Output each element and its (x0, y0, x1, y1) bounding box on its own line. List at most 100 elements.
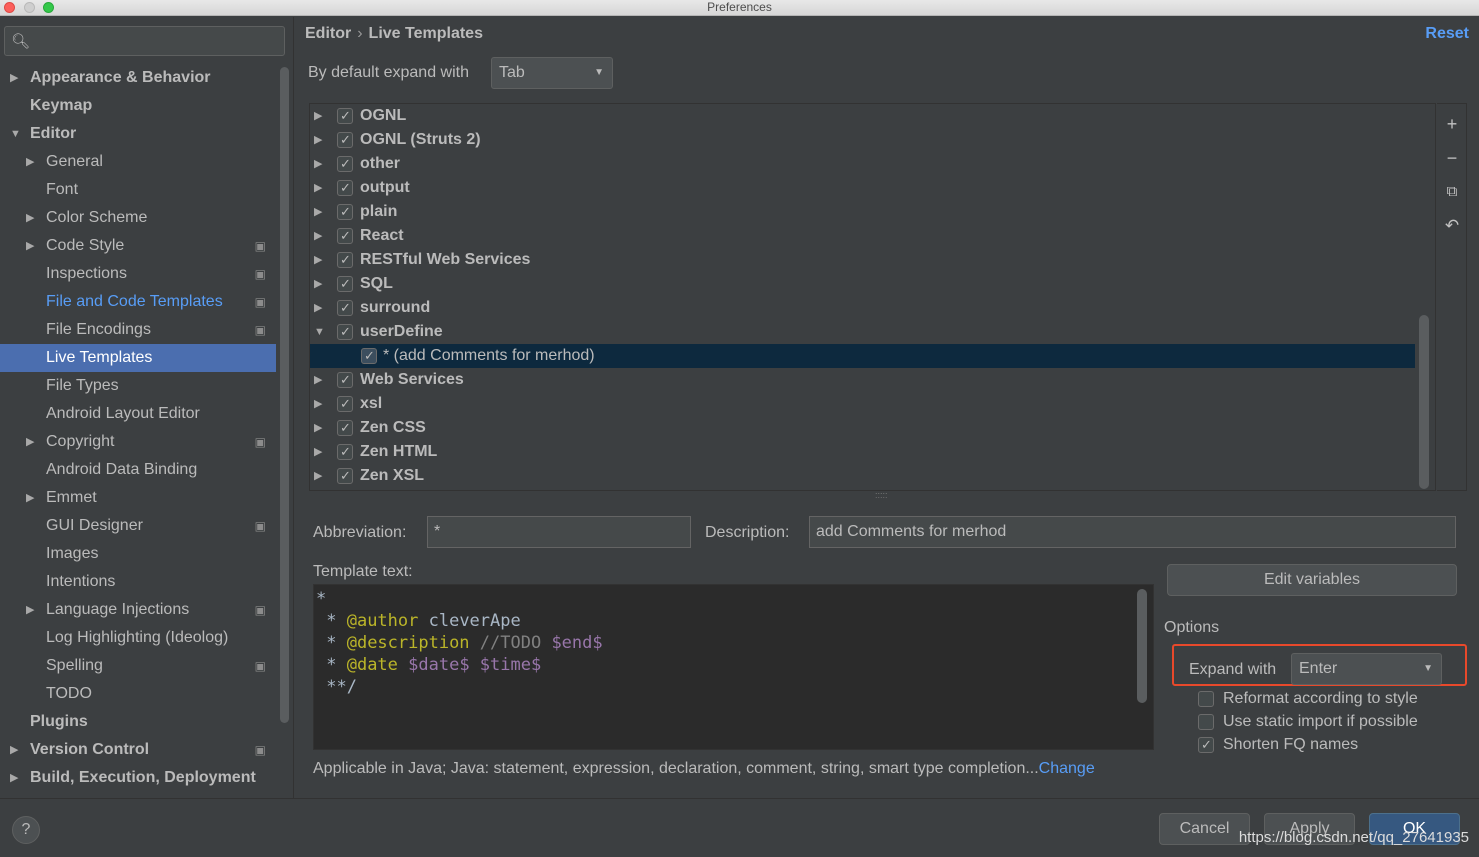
template-group[interactable]: ▶ output (310, 176, 1435, 200)
sidebar-item[interactable]: ▶ Version Control ▣ (0, 736, 276, 764)
chevron-right-icon[interactable]: ▶ (314, 248, 322, 272)
chevron-right-icon[interactable]: ▶ (314, 368, 322, 392)
chevron-right-icon[interactable]: ▶ (26, 484, 34, 512)
chevron-right-icon[interactable]: ▶ (26, 204, 34, 232)
enabled-checkbox[interactable] (337, 296, 353, 320)
enabled-checkbox[interactable] (337, 416, 353, 440)
enabled-checkbox[interactable] (337, 176, 353, 200)
chevron-right-icon[interactable]: ▶ (314, 392, 322, 416)
template-group[interactable]: ▶ OGNL (Struts 2) (310, 128, 1435, 152)
sidebar-item[interactable]: ▼ Editor (0, 120, 276, 148)
sidebar-item[interactable]: Intentions (0, 568, 276, 596)
sidebar-item[interactable]: ▶ Language Injections ▣ (0, 596, 276, 624)
sidebar-item[interactable]: Inspections ▣ (0, 260, 276, 288)
chevron-right-icon[interactable]: ▶ (314, 176, 322, 200)
chevron-right-icon[interactable]: ▶ (314, 464, 322, 488)
template-group[interactable]: ▶ Zen HTML (310, 440, 1435, 464)
remove-icon[interactable]: − (1442, 148, 1462, 168)
editor-scrollbar[interactable] (1137, 589, 1147, 703)
chevron-down-icon[interactable]: ▼ (10, 120, 21, 148)
chevron-right-icon[interactable]: ▶ (10, 64, 18, 92)
template-group[interactable]: ▶ RESTful Web Services (310, 248, 1435, 272)
copy-icon[interactable]: ⧉ (1442, 182, 1462, 202)
template-group[interactable]: ▶ Zen CSS (310, 416, 1435, 440)
template-group[interactable]: ▶ Zen XSL (310, 464, 1435, 488)
sidebar-item[interactable]: ▶ Code Style ▣ (0, 232, 276, 260)
chevron-right-icon[interactable]: ▶ (314, 440, 322, 464)
chevron-right-icon[interactable]: ▶ (314, 296, 322, 320)
chevron-right-icon[interactable]: ▶ (26, 148, 34, 176)
enabled-checkbox[interactable] (337, 128, 353, 152)
cancel-button[interactable]: Cancel (1159, 813, 1250, 845)
sidebar-item[interactable]: Live Templates (0, 344, 276, 372)
reset-link[interactable]: Reset (1425, 25, 1469, 43)
chevron-right-icon[interactable]: ▶ (314, 224, 322, 248)
sidebar-item[interactable]: File Types (0, 372, 276, 400)
sidebar-item[interactable]: ▶ General (0, 148, 276, 176)
sidebar-item[interactable]: File and Code Templates ▣ (0, 288, 276, 316)
template-item[interactable]: * (add Comments for merhod) (310, 344, 1415, 368)
reformat-checkbox[interactable] (1198, 691, 1214, 707)
default-expand-select[interactable]: Tab ▼ (491, 57, 613, 89)
description-field[interactable]: add Comments for merhod (809, 516, 1456, 548)
shorten-fq-checkbox[interactable] (1198, 734, 1214, 756)
enabled-checkbox[interactable] (337, 248, 353, 272)
add-icon[interactable]: + (1442, 114, 1462, 134)
chevron-right-icon[interactable]: ▶ (314, 200, 322, 224)
help-button[interactable]: ? (12, 816, 40, 844)
change-context-link[interactable]: Change (1039, 760, 1095, 777)
enabled-checkbox[interactable] (337, 440, 353, 464)
sidebar-item[interactable]: Images (0, 540, 276, 568)
list-scrollbar[interactable] (1419, 315, 1429, 489)
chevron-right-icon[interactable]: ▶ (314, 272, 322, 296)
expand-with-select[interactable]: Enter ▼ (1291, 653, 1442, 685)
sidebar-item[interactable]: Keymap (0, 92, 276, 120)
sidebar-item[interactable]: ▶ Emmet (0, 484, 276, 512)
settings-search-input[interactable]: 🔍︎ (4, 26, 285, 56)
enabled-checkbox[interactable] (337, 464, 353, 488)
template-text-editor[interactable]: * * @author cleverApe * @description //T… (313, 584, 1154, 750)
edit-variables-button[interactable]: Edit variables (1167, 564, 1457, 596)
sidebar-item[interactable]: File Encodings ▣ (0, 316, 276, 344)
template-group[interactable]: ▶ other (310, 152, 1435, 176)
chevron-right-icon[interactable]: ▶ (314, 128, 322, 152)
chevron-right-icon[interactable]: ▶ (314, 152, 322, 176)
chevron-right-icon[interactable]: ▶ (26, 596, 34, 624)
enabled-checkbox[interactable] (337, 104, 353, 128)
enabled-checkbox[interactable] (337, 272, 353, 296)
template-group[interactable]: ▶ OGNL (310, 104, 1435, 128)
chevron-right-icon[interactable]: ▶ (10, 764, 18, 792)
enabled-checkbox[interactable] (337, 152, 353, 176)
sidebar-item[interactable]: Plugins (0, 708, 276, 736)
enabled-checkbox[interactable] (337, 320, 353, 344)
chevron-right-icon[interactable]: ▶ (10, 736, 18, 764)
sidebar-item[interactable]: ▶ Appearance & Behavior (0, 64, 276, 92)
sidebar-scrollbar[interactable] (280, 67, 289, 723)
sidebar-item[interactable]: ▶ Copyright ▣ (0, 428, 276, 456)
template-group[interactable]: ▼ userDefine (310, 320, 1435, 344)
template-group[interactable]: ▶ plain (310, 200, 1435, 224)
sidebar-item[interactable]: ▶ Build, Execution, Deployment (0, 764, 276, 792)
sidebar-item[interactable]: ▶ Color Scheme (0, 204, 276, 232)
sidebar-item[interactable]: Log Highlighting (Ideolog) (0, 624, 276, 652)
chevron-right-icon[interactable]: ▶ (314, 416, 322, 440)
chevron-right-icon[interactable]: ▶ (26, 232, 34, 260)
breadcrumb-parent[interactable]: Editor (305, 25, 351, 42)
chevron-right-icon[interactable]: ▶ (26, 428, 34, 456)
enabled-checkbox[interactable] (337, 392, 353, 416)
sidebar-item[interactable]: Font (0, 176, 276, 204)
chevron-right-icon[interactable]: ▶ (314, 104, 322, 128)
sidebar-item[interactable]: GUI Designer ▣ (0, 512, 276, 540)
enabled-checkbox[interactable] (337, 224, 353, 248)
enabled-checkbox[interactable] (337, 200, 353, 224)
static-import-checkbox[interactable] (1198, 714, 1214, 730)
chevron-down-icon[interactable]: ▼ (314, 320, 325, 344)
sidebar-item[interactable]: Android Data Binding (0, 456, 276, 484)
restore-icon[interactable]: ↶ (1442, 216, 1462, 236)
enabled-checkbox[interactable] (361, 344, 377, 368)
template-group[interactable]: ▶ xsl (310, 392, 1435, 416)
template-group[interactable]: ▶ surround (310, 296, 1435, 320)
sidebar-item[interactable]: TODO (0, 680, 276, 708)
sidebar-item[interactable]: Android Layout Editor (0, 400, 276, 428)
splitter-handle[interactable]: ::::: (875, 490, 888, 500)
